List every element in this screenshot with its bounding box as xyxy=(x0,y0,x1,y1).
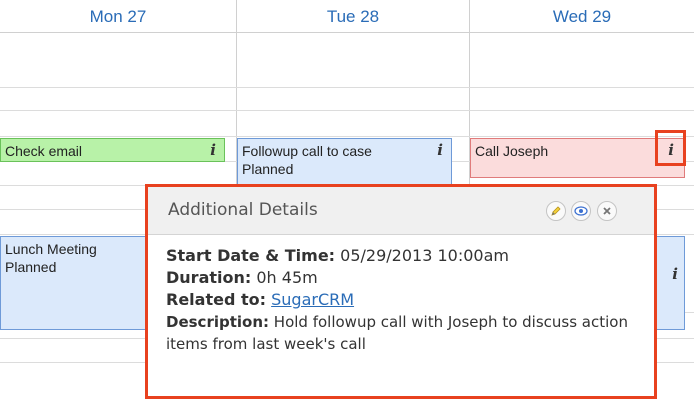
event-title: Check email xyxy=(5,143,83,159)
related-to-link[interactable]: SugarCRM xyxy=(271,290,354,309)
event-title: Followup call to case xyxy=(242,143,372,159)
info-icon[interactable]: i xyxy=(210,141,216,159)
additional-details-popup: Additional Details Start Date & Time: 05… xyxy=(145,184,657,399)
start-datetime-label: Start Date & Time: xyxy=(166,246,336,265)
popup-header: Additional Details xyxy=(148,187,654,235)
duration-label: Duration: xyxy=(166,268,252,287)
event-title: Call Joseph xyxy=(475,143,549,159)
day-header-tue[interactable]: Tue 28 xyxy=(237,0,470,33)
calendar-week-view: Mon 27 Tue 28 Wed 29 Check email i Follo… xyxy=(0,0,694,399)
time-slot-divider xyxy=(0,110,694,111)
event-check-email[interactable]: Check email i xyxy=(0,138,225,162)
highlight-box-info-icon xyxy=(655,130,686,166)
event-followup-call[interactable]: Followup call to case Planned i xyxy=(237,138,452,186)
day-header-mon[interactable]: Mon 27 xyxy=(0,0,237,33)
related-to-row: Related to: SugarCRM xyxy=(166,289,636,311)
description-label: Description: xyxy=(166,313,270,331)
info-icon[interactable]: i xyxy=(437,141,443,159)
time-slot-divider xyxy=(0,136,694,137)
start-datetime-row: Start Date & Time: 05/29/2013 10:00am xyxy=(166,245,636,267)
event-status: Planned xyxy=(242,161,294,177)
day-header-wed[interactable]: Wed 29 xyxy=(470,0,694,33)
time-slot-divider xyxy=(0,87,694,88)
event-status: Planned xyxy=(5,259,57,275)
related-to-label: Related to: xyxy=(166,290,267,309)
event-call-joseph[interactable]: Call Joseph i xyxy=(470,138,685,178)
event-lunch-meeting[interactable]: Lunch Meeting Planned xyxy=(0,236,150,330)
popup-title: Additional Details xyxy=(168,200,318,220)
info-icon[interactable]: i xyxy=(672,265,678,283)
edit-icon[interactable] xyxy=(546,201,566,221)
duration-row: Duration: 0h 45m xyxy=(166,267,636,289)
event-title: Lunch Meeting xyxy=(5,241,97,257)
close-icon[interactable] xyxy=(597,201,617,221)
start-datetime-value: 05/29/2013 10:00am xyxy=(340,246,509,265)
description-row: Description: Hold followup call with Jos… xyxy=(166,311,636,355)
popup-body: Start Date & Time: 05/29/2013 10:00am Du… xyxy=(148,235,654,365)
view-icon[interactable] xyxy=(571,201,591,221)
duration-value: 0h 45m xyxy=(256,268,318,287)
